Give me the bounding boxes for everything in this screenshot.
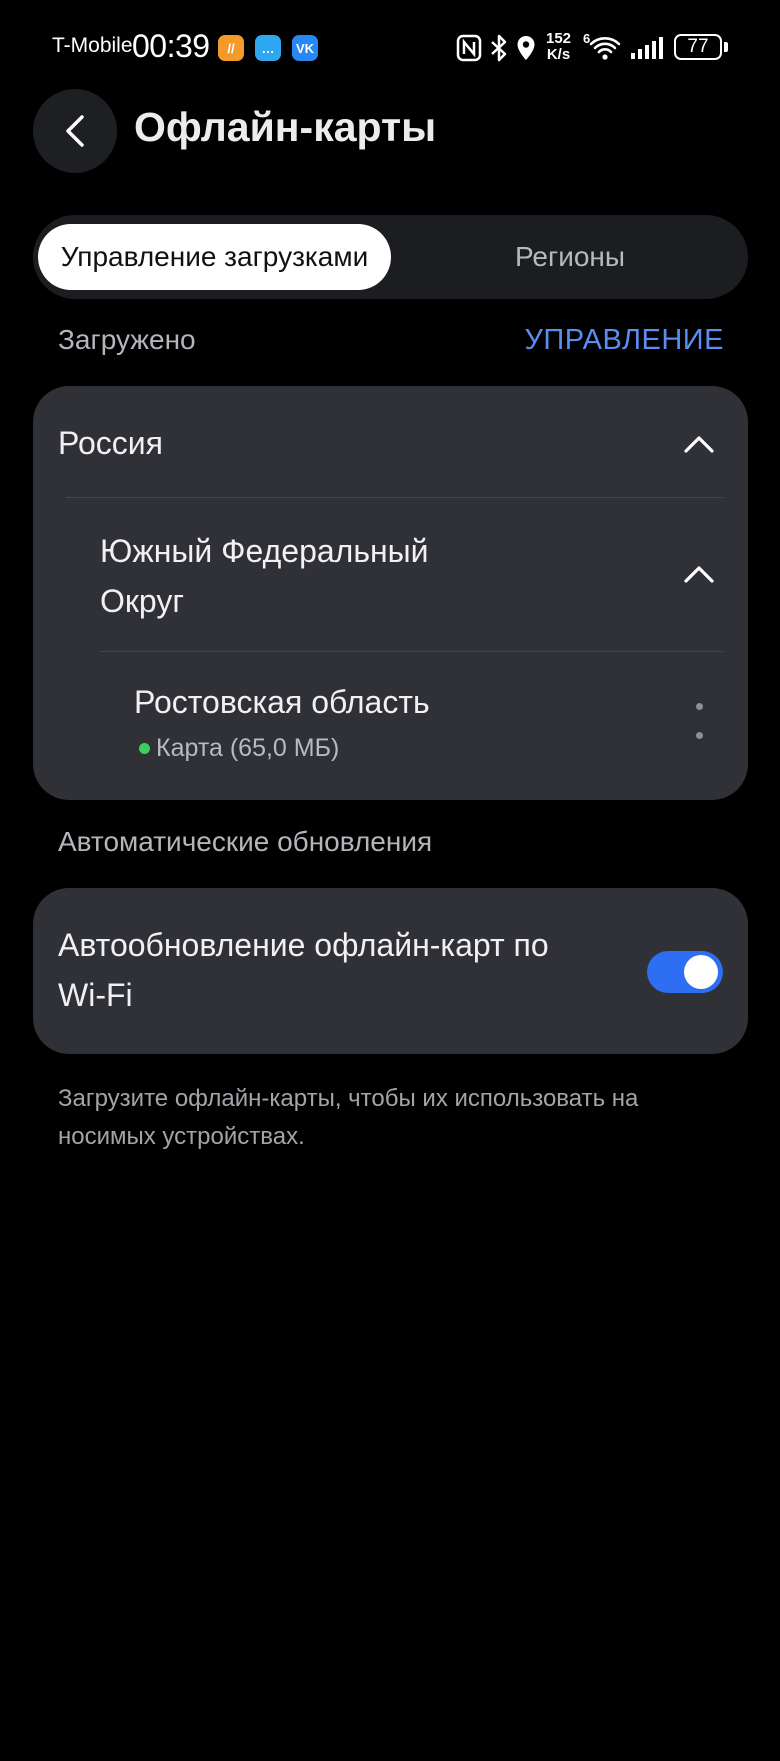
signal-icon [630, 30, 664, 66]
page-title: Офлайн-карты [134, 104, 437, 150]
tab-download-management[interactable]: Управление загрузками [38, 224, 391, 290]
toggle-knob [684, 955, 718, 989]
region-row[interactable] [100, 652, 748, 800]
bluetooth-icon [489, 30, 509, 66]
district-name-line-1: Южный Федеральный [100, 533, 429, 569]
district-name: Южный Федеральный Округ [100, 526, 429, 626]
network-speed-unit: K/s [546, 46, 571, 63]
region-meta: Карта (65,0 МБ) [139, 734, 339, 763]
downloaded-section-label: Загружено [58, 324, 196, 355]
status-dot [139, 743, 150, 754]
footnote: Загрузите офлайн-карты, чтобы их использ… [58, 1085, 639, 1150]
message-app-icon: … [255, 35, 281, 61]
carrier-label: T-Mobile [52, 34, 133, 57]
region-name: Ростовская область [134, 684, 430, 720]
network-speed: 152 K/s [546, 31, 571, 63]
district-name-line-2: Округ [100, 583, 184, 619]
auto-update-label-line-2: Wi-Fi [58, 977, 133, 1013]
location-icon [515, 30, 537, 66]
map-size-label: Карта (65,0 МБ) [156, 734, 340, 762]
auto-updates-section-label: Автоматические обновления [58, 826, 433, 857]
orange-app-icon: // [218, 35, 244, 61]
wifi-icon [589, 30, 621, 66]
vk-icon: VK [292, 35, 318, 61]
tab-regions[interactable]: Регионы [440, 224, 700, 290]
nfc-icon [456, 30, 482, 66]
chevron-up-icon[interactable] [679, 554, 719, 594]
chevron-up-icon[interactable] [679, 424, 719, 464]
manage-button[interactable]: УПРАВЛЕНИЕ [524, 324, 724, 357]
back-button[interactable] [33, 89, 117, 173]
chevron-left-icon [66, 115, 84, 147]
country-name: Россия [58, 425, 163, 461]
auto-update-label-line-1: Автообновление офлайн-карт по [58, 927, 549, 963]
network-speed-value: 152 [546, 30, 572, 47]
more-options-button[interactable] [684, 703, 714, 739]
battery-indicator: 77 [674, 34, 722, 60]
clock: 00:39 [132, 28, 210, 64]
auto-update-toggle[interactable] [647, 951, 723, 993]
battery-tip [724, 42, 728, 52]
auto-update-label: Автообновление офлайн-карт по Wi-Fi [58, 920, 549, 1020]
